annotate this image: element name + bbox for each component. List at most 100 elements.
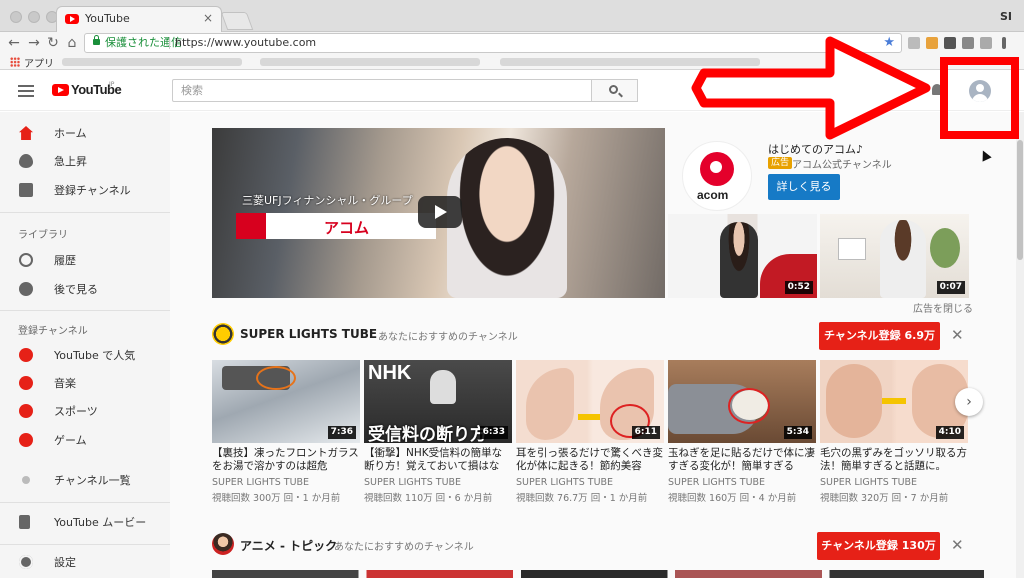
dismiss-shelf-icon[interactable]: ✕ <box>951 536 964 554</box>
sidebar-item-trending[interactable]: 急上昇 <box>0 147 170 175</box>
dismiss-shelf-icon[interactable]: ✕ <box>951 326 964 344</box>
sidebar-item-music[interactable]: 音楽 <box>0 369 170 397</box>
ad-banner-sub: 三菱UFJフィナンシャル・グループ <box>242 194 413 207</box>
video-thumbnail[interactable]: 6:11 <box>516 360 664 443</box>
video-meta: 視聴回数 160万 回・4 か月前 <box>668 493 797 504</box>
browser-titlebar: YouTube × SI <box>0 0 1024 32</box>
extension-icon[interactable] <box>962 37 974 49</box>
ad-channel[interactable]: アコム公式チャンネル <box>792 156 892 171</box>
flame-icon <box>19 154 33 168</box>
video-channel[interactable]: SUPER LIGHTS TUBE <box>516 477 613 488</box>
thumbnail-text: NHK <box>368 362 412 384</box>
video-duration: 0:52 <box>784 281 813 294</box>
close-ad-link[interactable]: 広告を閉じる <box>913 300 973 315</box>
learn-more-button[interactable]: 詳しく見る <box>768 174 840 200</box>
ad-video-player[interactable]: 三菱UFJフィナンシャル・グループ アコム <box>212 128 665 298</box>
video-channel[interactable]: SUPER LIGHTS TUBE <box>212 477 309 488</box>
sidebar-item-label: チャンネル一覧 <box>54 474 131 487</box>
shelf-next-button[interactable]: › <box>955 388 983 416</box>
video-thumbnail[interactable]: 4:10 <box>820 360 968 443</box>
bookmark-item[interactable] <box>260 58 480 66</box>
sidebar: ホーム 急上昇 登録チャンネル ライブラリ 履歴 後で見る 登録チャンネル Yo… <box>0 112 170 578</box>
apps-grid-icon[interactable] <box>10 57 20 67</box>
library-heading: ライブラリ <box>18 230 68 241</box>
channel-avatar[interactable] <box>212 323 234 345</box>
url-text[interactable]: https://www.youtube.com <box>175 34 316 52</box>
video-duration: 5:34 <box>783 426 812 439</box>
sidebar-item-browse-channels[interactable]: チャンネル一覧 <box>0 466 170 494</box>
video-channel[interactable]: SUPER LIGHTS TUBE <box>668 477 765 488</box>
video-duration: 7:36 <box>327 426 356 439</box>
tab-close-icon[interactable]: × <box>203 11 213 25</box>
sports-icon <box>19 404 33 418</box>
video-title[interactable]: 【衝撃】NHK受信料の簡単な断り方！覚えておいて損はな <box>364 447 512 473</box>
close-window-button[interactable] <box>10 11 22 23</box>
ad-title[interactable]: はじめてのアコム♪ <box>768 141 863 157</box>
subscribe-button[interactable]: チャンネル登録 6.9万 <box>819 322 940 350</box>
extension-icon[interactable] <box>944 37 956 49</box>
sidebar-item-home[interactable]: ホーム <box>0 119 170 147</box>
logo-region: JP <box>109 81 115 88</box>
shelf-channel-title[interactable]: SUPER LIGHTS TUBE <box>240 327 377 341</box>
forward-icon[interactable]: → <box>26 34 42 52</box>
sidebar-item-label: ホーム <box>54 127 87 140</box>
new-tab-button[interactable] <box>220 12 254 30</box>
video-thumbnail[interactable]: NHK 受信料の断り方 6:33 <box>364 360 512 443</box>
sidebar-item-label: 履歴 <box>54 254 76 267</box>
browser-tab-youtube[interactable]: YouTube × <box>56 6 222 32</box>
video-meta: 視聴回数 76.7万 回・1 か月前 <box>516 493 648 504</box>
video-thumbnail[interactable]: 5:34 <box>668 360 816 443</box>
sidebar-item-settings[interactable]: 設定 <box>0 548 170 576</box>
minimize-window-button[interactable] <box>28 11 40 23</box>
bookmark-item[interactable] <box>62 58 242 66</box>
sidebar-item-subscriptions[interactable]: 登録チャンネル <box>0 176 170 204</box>
video-title[interactable]: 【裏技】凍ったフロントガラスをお湯で溶かすのは超危 <box>212 447 360 473</box>
sidebar-item-sports[interactable]: スポーツ <box>0 397 170 425</box>
subscribe-button[interactable]: チャンネル登録 130万 <box>817 532 940 560</box>
sidebar-item-gaming[interactable]: ゲーム <box>0 426 170 454</box>
sidebar-item-movies[interactable]: YouTube ムービー <box>0 508 170 536</box>
youtube-logo-icon[interactable] <box>52 84 69 96</box>
video-title[interactable]: 玉ねぎを足に貼るだけで体に凄すぎる変化が！簡単すぎる <box>668 447 816 473</box>
subscriptions-icon <box>19 183 33 197</box>
game-icon <box>19 433 33 447</box>
sidebar-item-label: YouTube ムービー <box>54 516 147 529</box>
search-input[interactable]: 検索 <box>172 79 592 102</box>
browser-profile-label[interactable]: SI <box>1000 10 1012 23</box>
lock-icon <box>93 35 100 45</box>
video-thumbnail[interactable]: 7:36 <box>212 360 360 443</box>
home-icon[interactable]: ⌂ <box>64 34 80 52</box>
extension-icon[interactable] <box>980 37 992 49</box>
sidebar-item-label: 急上昇 <box>54 155 87 168</box>
star-icon <box>19 348 33 362</box>
shelf-channel-title[interactable]: アニメ - トピック <box>240 537 337 554</box>
acom-logo[interactable]: acom <box>682 141 752 211</box>
channel-avatar[interactable] <box>212 533 234 555</box>
back-icon[interactable]: ← <box>6 34 22 52</box>
add-channel-icon <box>22 476 30 484</box>
sidebar-item-label: 音楽 <box>54 377 76 390</box>
bookmark-apps[interactable]: アプリ <box>24 55 54 70</box>
sidebar-item-history[interactable]: 履歴 <box>0 246 170 274</box>
sidebar-item-popular[interactable]: YouTube で人気 <box>0 341 170 369</box>
video-channel[interactable]: SUPER LIGHTS TUBE <box>820 477 917 488</box>
gear-icon <box>19 555 33 569</box>
ad-side-thumbnail[interactable]: 0:07 <box>820 214 969 298</box>
video-title[interactable]: 耳を引っ張るだけで驚くべき変化が体に起きる！節約美容 <box>516 447 664 473</box>
ad-side-thumbnail[interactable]: 0:52 <box>668 214 817 298</box>
music-icon <box>19 376 33 390</box>
scrollbar-thumb[interactable] <box>1017 140 1023 260</box>
menu-icon[interactable] <box>1002 37 1006 49</box>
history-icon <box>19 253 33 267</box>
play-icon[interactable] <box>418 196 462 228</box>
tab-title: YouTube <box>85 12 130 25</box>
video-duration: 0:07 <box>936 281 965 294</box>
reload-icon[interactable]: ↻ <box>45 34 61 52</box>
video-title[interactable]: 毛穴の黒ずみをゴッソリ取る方法！簡単すぎると話題に。 <box>820 447 968 473</box>
shelf-thumbnails-row[interactable] <box>212 570 984 578</box>
search-button[interactable] <box>592 79 638 102</box>
subscriptions-heading: 登録チャンネル <box>18 326 88 337</box>
sidebar-item-watch-later[interactable]: 後で見る <box>0 275 170 303</box>
video-channel[interactable]: SUPER LIGHTS TUBE <box>364 477 461 488</box>
menu-hamburger-icon[interactable] <box>18 85 34 97</box>
